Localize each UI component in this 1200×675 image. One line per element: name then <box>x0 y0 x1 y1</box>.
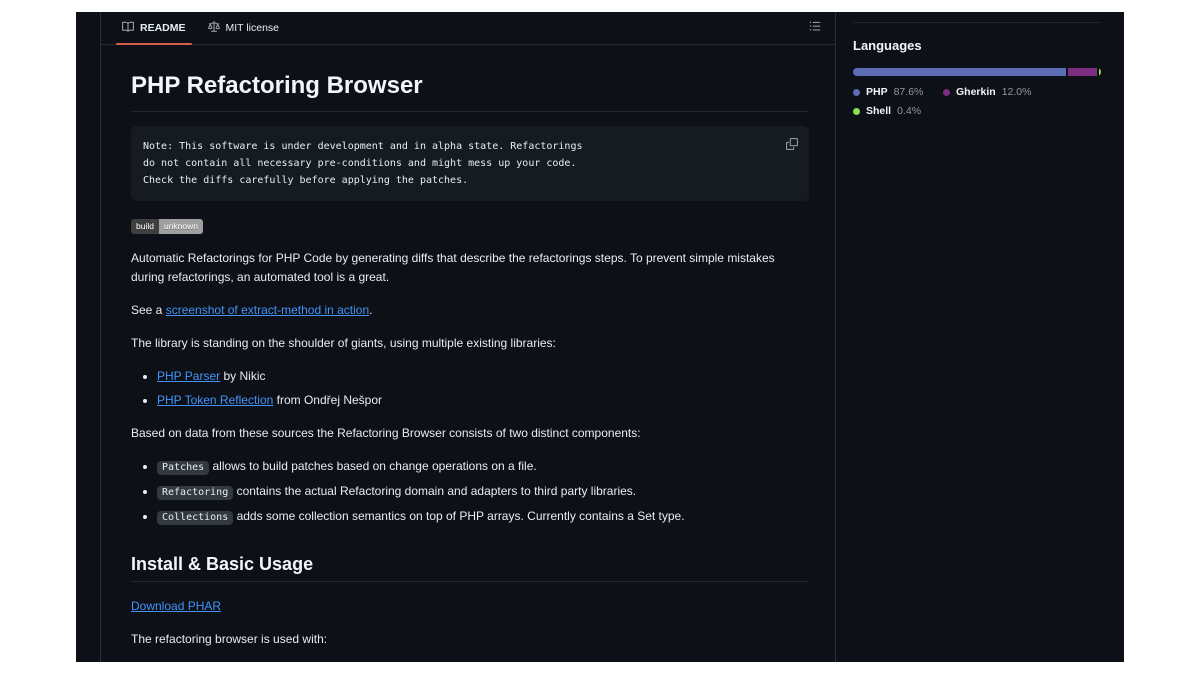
language-percent: 0.4% <box>897 105 921 117</box>
note-code-block: Note: This software is under development… <box>131 126 809 201</box>
tab-mit-license-label: MIT license <box>226 22 280 34</box>
language-item-gherkin[interactable]: Gherkin 12.0% <box>943 86 1101 98</box>
screenshot-paragraph: See a screenshot of extract-method in ac… <box>131 301 809 320</box>
sidebar-divider <box>853 22 1101 23</box>
law-icon <box>208 21 220 36</box>
languages-heading: Languages <box>853 38 1101 53</box>
inline-code: Patches <box>157 461 209 475</box>
list-item: PHP Token Reflection from Ondřej Nešpor <box>157 391 809 410</box>
readme-panel: README MIT license PHP Refactoring Brows… <box>100 12 836 662</box>
language-bar-segment-shell[interactable] <box>1099 68 1101 76</box>
list-item: Refactoring contains the actual Refactor… <box>157 482 809 502</box>
language-bar-segment-php[interactable] <box>853 68 1066 76</box>
language-name: PHP <box>866 86 888 98</box>
install-heading: Install & Basic Usage <box>131 553 809 582</box>
outline-button[interactable] <box>805 16 825 40</box>
badge-value: unknown <box>159 219 203 234</box>
sidebar: Languages PHP 87.6% Gherkin 12.0% Shell … <box>853 12 1101 117</box>
text-fragment: from Ondřej Nešpor <box>273 393 382 407</box>
language-bar-segment-gherkin[interactable] <box>1068 68 1097 76</box>
page-title: PHP Refactoring Browser <box>131 71 809 112</box>
text-fragment: allows to build patches based on change … <box>209 459 537 473</box>
list-item: PHP Parser by Nikic <box>157 367 809 386</box>
language-item-shell[interactable]: Shell 0.4% <box>853 105 943 117</box>
repository-page: README MIT license PHP Refactoring Brows… <box>76 12 1124 662</box>
outline-icon <box>809 19 821 37</box>
copy-icon <box>786 137 798 156</box>
language-dot <box>853 108 860 115</box>
download-phar-link[interactable]: Download PHAR <box>131 599 221 613</box>
usage-paragraph: The refactoring browser is used with: <box>131 630 809 649</box>
active-tab-underline <box>116 43 192 45</box>
language-dot <box>853 89 860 96</box>
language-name: Shell <box>866 105 891 117</box>
build-status-badge[interactable]: build unknown <box>131 219 203 234</box>
tab-readme-label: README <box>140 22 186 34</box>
text-fragment: adds some collection semantics on top of… <box>233 509 684 523</box>
php-token-reflection-link[interactable]: PHP Token Reflection <box>157 393 273 407</box>
text-fragment: . <box>369 303 372 317</box>
language-item-php[interactable]: PHP 87.6% <box>853 86 943 98</box>
text-fragment: See a <box>131 303 166 317</box>
libraries-list: PHP Parser by Nikic PHP Token Reflection… <box>131 367 809 410</box>
library-paragraph: The library is standing on the shoulder … <box>131 334 809 353</box>
intro-paragraph: Automatic Refactorings for PHP Code by g… <box>131 249 809 287</box>
download-paragraph: Download PHAR <box>131 597 809 616</box>
tab-readme[interactable]: README <box>114 12 194 44</box>
tab-mit-license[interactable]: MIT license <box>200 12 288 44</box>
languages-bar <box>853 68 1101 76</box>
book-icon <box>122 21 134 36</box>
text-fragment: by Nikic <box>220 369 265 383</box>
readme-content: PHP Refactoring Browser Note: This softw… <box>101 45 835 662</box>
badge-label: build <box>131 219 159 234</box>
inline-code: Collections <box>157 511 233 525</box>
language-percent: 12.0% <box>1002 86 1032 98</box>
note-code-text: Note: This software is under development… <box>143 138 797 189</box>
screenshot-link[interactable]: screenshot of extract-method in action <box>166 303 369 317</box>
language-dot <box>943 89 950 96</box>
components-list: Patches allows to build patches based on… <box>131 457 809 527</box>
copy-button[interactable] <box>783 134 801 159</box>
list-item: Collections adds some collection semanti… <box>157 507 809 527</box>
language-percent: 87.6% <box>894 86 924 98</box>
php-parser-link[interactable]: PHP Parser <box>157 369 220 383</box>
list-item: Patches allows to build patches based on… <box>157 457 809 477</box>
based-on-paragraph: Based on data from these sources the Ref… <box>131 424 809 443</box>
text-fragment: contains the actual Refactoring domain a… <box>233 484 636 498</box>
readme-header: README MIT license <box>101 12 835 45</box>
languages-legend: PHP 87.6% Gherkin 12.0% Shell 0.4% <box>853 86 1101 117</box>
language-name: Gherkin <box>956 86 996 98</box>
inline-code: Refactoring <box>157 486 233 500</box>
